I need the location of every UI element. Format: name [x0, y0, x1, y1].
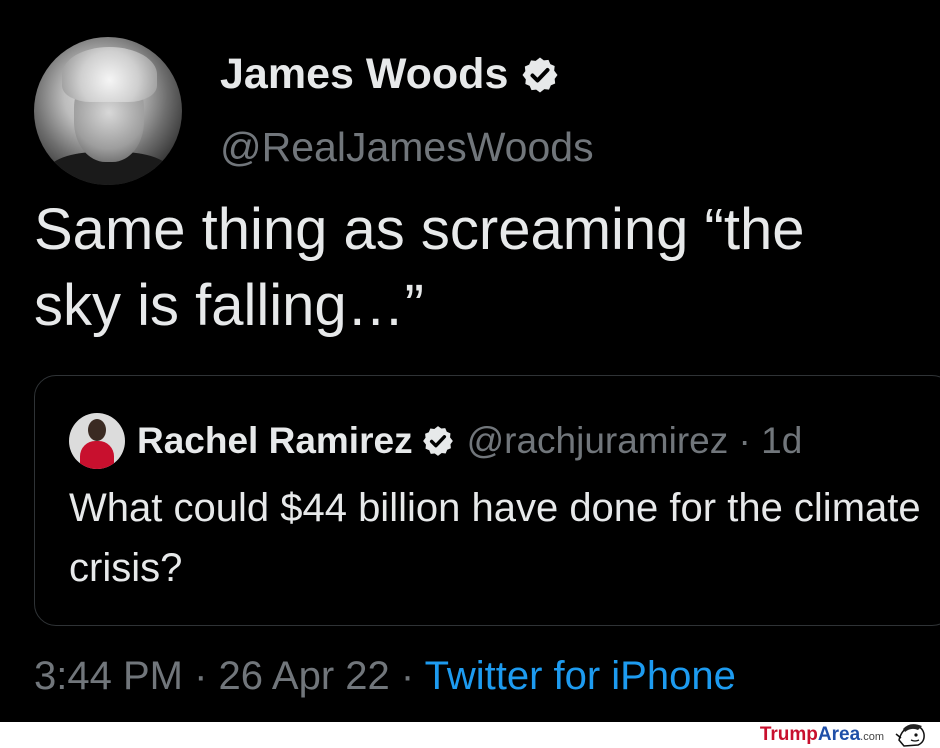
- watermark-part-3: .com: [860, 731, 884, 743]
- watermark-bar: TrumpArea.com: [0, 722, 940, 747]
- quoted-author-handle-time: @rachjuramirez · 1d: [466, 420, 803, 461]
- tweet-text: Same thing as screaming “the sky is fall…: [34, 192, 934, 344]
- tweet-meta: 3:44 PM · 26 Apr 22 · Twitter for iPhone: [34, 654, 736, 699]
- author-avatar[interactable]: [34, 37, 182, 185]
- quoted-author-avatar: [69, 413, 125, 469]
- author-name[interactable]: James Woods: [220, 50, 508, 99]
- quoted-tweet-header: Rachel Ramirez @rachjuramirez · 1d: [137, 413, 802, 469]
- quoted-tweet[interactable]: Rachel Ramirez @rachjuramirez · 1d What …: [34, 375, 940, 626]
- tweet-text-line-2: sky is falling…”: [34, 273, 424, 338]
- tweet-card: James Woods @RealJamesWoods Same thing a…: [0, 0, 940, 722]
- avatar-hair: [62, 47, 157, 102]
- author-name-row[interactable]: James Woods: [220, 50, 560, 99]
- quoted-tweet-text: What could $44 billion have done for the…: [69, 486, 921, 590]
- author-handle[interactable]: @RealJamesWoods: [220, 124, 594, 171]
- tweet-timestamp[interactable]: 3:44 PM · 26 Apr 22 ·: [34, 654, 425, 698]
- verified-badge-icon: [522, 57, 558, 92]
- watermark-part-2: Area: [817, 724, 861, 745]
- watermark-part-1: Trump: [759, 724, 818, 745]
- watermark-logo: TrumpArea.com: [760, 724, 884, 748]
- tweet-text-line-1: Same thing as screaming “the: [34, 197, 805, 262]
- quoted-avatar-head: [88, 419, 106, 441]
- quoted-author-name: Rachel Ramirez: [137, 420, 413, 461]
- quoted-verified-badge-icon: [422, 426, 453, 456]
- mascot-cartoon-icon: [895, 724, 925, 747]
- quoted-avatar-body: [80, 441, 114, 469]
- tweet-source-link[interactable]: Twitter for iPhone: [425, 654, 736, 698]
